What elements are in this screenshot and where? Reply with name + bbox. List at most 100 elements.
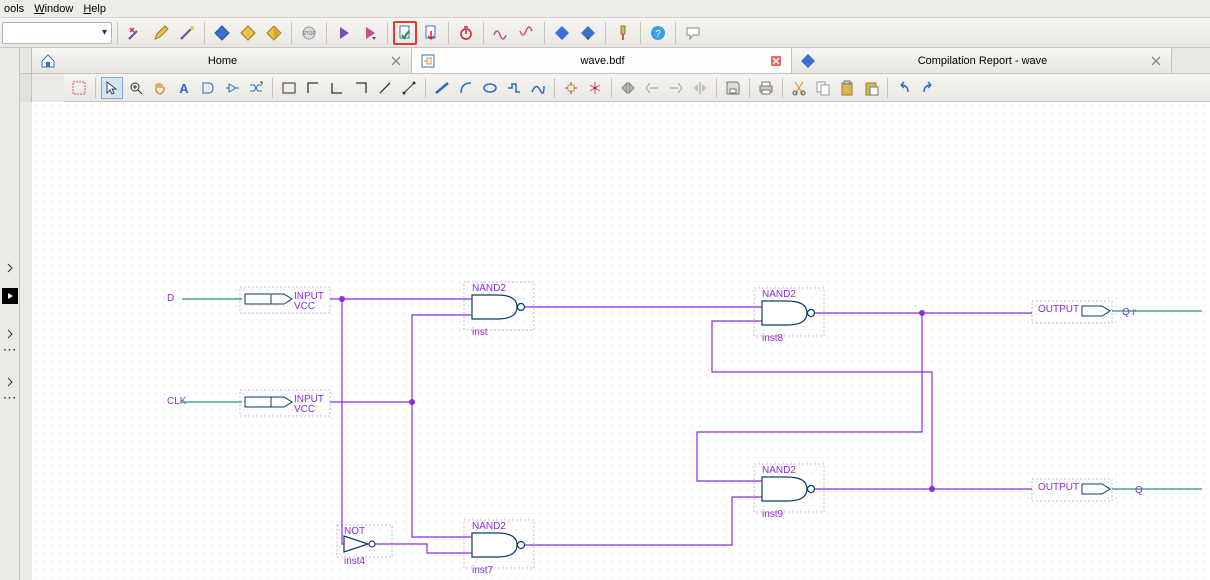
gate-nand-tl[interactable]: NAND2 inst — [464, 282, 534, 338]
wand-icon[interactable] — [175, 21, 199, 45]
close-icon[interactable] — [769, 54, 783, 68]
svg-text:D: D — [167, 293, 174, 304]
zoom-plus-icon[interactable] — [125, 77, 147, 99]
rect-sel-icon[interactable] — [68, 77, 90, 99]
copy-icon[interactable] — [812, 77, 834, 99]
play-icon[interactable] — [332, 21, 356, 45]
svg-text:Q r: Q r — [1122, 307, 1137, 318]
diamond-yellow2-icon[interactable] — [262, 21, 286, 45]
menu-window[interactable]: WWindowindow — [34, 3, 73, 15]
gate-nand-tr[interactable]: NAND2 inst8 — [754, 288, 824, 344]
svg-text:inst8: inst8 — [762, 333, 784, 344]
ellipse-icon[interactable] — [479, 77, 501, 99]
output-qr[interactable]: OUTPUT Q r — [1032, 301, 1137, 323]
tab-bar: Home wave.bdf Compilation Report - wave — [0, 48, 1210, 74]
sidepanel-more-icon[interactable]: ⋯ — [0, 344, 19, 354]
svg-text:NAND2: NAND2 — [472, 521, 506, 532]
output-q[interactable]: OUTPUT Q — [1032, 479, 1143, 501]
rect-icon[interactable] — [278, 77, 300, 99]
svg-text:Q: Q — [1135, 485, 1143, 496]
input-clk[interactable]: CLK INPUT VCC — [167, 390, 330, 416]
svg-text:OUTPUT: OUTPUT — [1038, 304, 1079, 315]
svg-text:inst4: inst4 — [344, 556, 366, 567]
text-A-icon[interactable]: A — [173, 77, 195, 99]
cut-icon[interactable] — [788, 77, 810, 99]
diamond-yellow1-icon[interactable] — [236, 21, 260, 45]
undo-icon[interactable] — [893, 77, 915, 99]
stop-icon[interactable]: STOP — [297, 21, 321, 45]
close-icon[interactable] — [1149, 54, 1163, 68]
align-r-icon[interactable] — [665, 77, 687, 99]
align-l-icon[interactable] — [641, 77, 663, 99]
svg-text:NAND2: NAND2 — [472, 283, 506, 294]
paste-sp-icon[interactable] — [860, 77, 882, 99]
corner-tl-icon[interactable] — [302, 77, 324, 99]
close-icon[interactable] — [389, 54, 403, 68]
svg-text:OUTPUT: OUTPUT — [1038, 482, 1079, 493]
menu-help[interactable]: HHelpelp — [83, 3, 106, 15]
svg-text:inst: inst — [472, 327, 488, 338]
bdf-icon — [420, 53, 436, 69]
svg-text:?: ? — [655, 29, 661, 40]
print-icon[interactable] — [755, 77, 777, 99]
buffer-icon[interactable] — [221, 77, 243, 99]
schematic-canvas[interactable]: D INPUT VCC CLK INPUT VCC NOT — [32, 102, 1210, 580]
schematic: D INPUT VCC CLK INPUT VCC NOT — [32, 102, 1210, 580]
sidepanel-arrow-1[interactable] — [2, 260, 18, 276]
sidepanel-arrow-2[interactable] — [2, 326, 18, 342]
diag-dot-icon[interactable] — [398, 77, 420, 99]
left-panel: ⋯ ⋯ — [0, 48, 20, 580]
paste-icon[interactable] — [836, 77, 858, 99]
home-icon — [40, 53, 56, 69]
help-icon[interactable]: ? — [646, 21, 670, 45]
gate-D-icon[interactable] — [197, 77, 219, 99]
svg-text:NAND2: NAND2 — [762, 289, 796, 300]
tab-compilation-report[interactable]: Compilation Report - wave — [792, 48, 1172, 73]
pencil-icon[interactable] — [149, 21, 173, 45]
diag-icon[interactable] — [374, 77, 396, 99]
wand-x-icon[interactable] — [123, 21, 147, 45]
sidepanel-arrow-3[interactable] — [2, 374, 18, 390]
pointer-icon[interactable] — [101, 77, 123, 99]
project-dropdown[interactable] — [2, 22, 112, 44]
sidepanel-play-icon[interactable] — [2, 288, 18, 304]
tab-label: Home — [62, 55, 383, 67]
save-icon[interactable] — [722, 77, 744, 99]
line-thick-icon[interactable] — [431, 77, 453, 99]
hand-icon[interactable] — [149, 77, 171, 99]
play-down-icon[interactable] — [358, 21, 382, 45]
gate-nand-bl[interactable]: NAND2 inst7 — [464, 520, 534, 576]
waves1-icon[interactable] — [489, 21, 513, 45]
diamond-icon — [800, 53, 816, 69]
page-check-icon[interactable] — [393, 21, 417, 45]
curve-icon[interactable] — [527, 77, 549, 99]
diamond-blue-icon[interactable] — [210, 21, 234, 45]
diamond-solid-icon[interactable] — [550, 21, 574, 45]
bus-icon[interactable] — [245, 77, 267, 99]
timer-icon[interactable] — [454, 21, 478, 45]
diamond-down-icon[interactable] — [576, 21, 600, 45]
wire-7-icon[interactable] — [350, 77, 372, 99]
flip-h-icon[interactable] — [617, 77, 639, 99]
arc-icon[interactable] — [455, 77, 477, 99]
comment-icon[interactable] — [681, 21, 705, 45]
tab-wave-bdf[interactable]: wave.bdf — [412, 48, 792, 73]
gate-not[interactable]: NOT inst4 — [337, 525, 392, 567]
redo-icon[interactable] — [917, 77, 939, 99]
svg-text:NAND2: NAND2 — [762, 465, 796, 476]
tab-home[interactable]: Home — [32, 48, 412, 73]
mirror-icon[interactable] — [689, 77, 711, 99]
gate-nand-br[interactable]: NAND2 inst9 — [754, 464, 824, 520]
waves2-icon[interactable] — [515, 21, 539, 45]
input-d[interactable]: D INPUT VCC — [167, 287, 330, 313]
wire-L-icon[interactable] — [326, 77, 348, 99]
probe-icon[interactable] — [611, 21, 635, 45]
editor-toolbar: A — [64, 74, 1210, 102]
target-icon[interactable] — [560, 77, 582, 99]
poly-icon[interactable] — [503, 77, 525, 99]
net-icon[interactable] — [584, 77, 606, 99]
sidepanel-more2-icon[interactable]: ⋯ — [0, 392, 19, 402]
page-out-icon[interactable] — [419, 21, 443, 45]
svg-text:STOP: STOP — [302, 31, 316, 37]
menu-tools[interactable]: ools — [4, 3, 24, 15]
